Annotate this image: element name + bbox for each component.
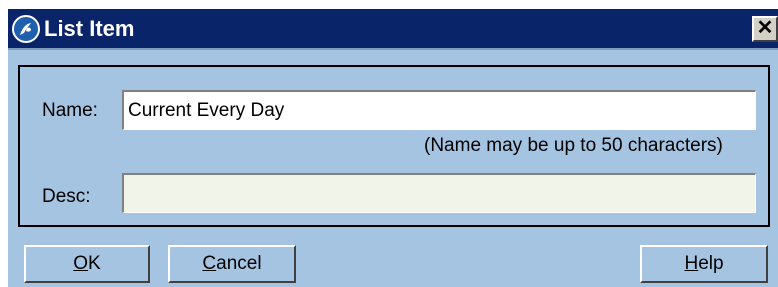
name-hint: (Name may be up to 50 characters): [424, 135, 723, 156]
form-panel: Name: (Name may be up to 50 characters) …: [18, 65, 770, 227]
app-logo-icon: [12, 15, 40, 43]
desc-label: Desc:: [42, 186, 91, 207]
title-bar[interactable]: List Item ✕: [8, 9, 778, 50]
help-accelerator: H: [684, 253, 699, 274]
cancel-label: ancel: [216, 253, 262, 274]
window-title: List Item: [44, 16, 135, 41]
ok-accelerator: O: [73, 253, 89, 274]
cancel-accelerator: C: [202, 253, 217, 274]
name-label: Name:: [42, 100, 98, 121]
close-button[interactable]: ✕: [752, 16, 778, 42]
close-icon: ✕: [756, 17, 774, 39]
help-button[interactable]: Help: [640, 245, 768, 283]
desc-input[interactable]: [122, 173, 756, 213]
ok-button[interactable]: OK: [24, 245, 150, 283]
cancel-button[interactable]: Cancel: [168, 245, 296, 283]
name-input[interactable]: [122, 90, 756, 130]
ok-label: K: [88, 253, 101, 274]
list-item-dialog: List Item ✕ Name: (Name may be up to 50 …: [8, 9, 778, 287]
help-label: elp: [698, 253, 724, 274]
